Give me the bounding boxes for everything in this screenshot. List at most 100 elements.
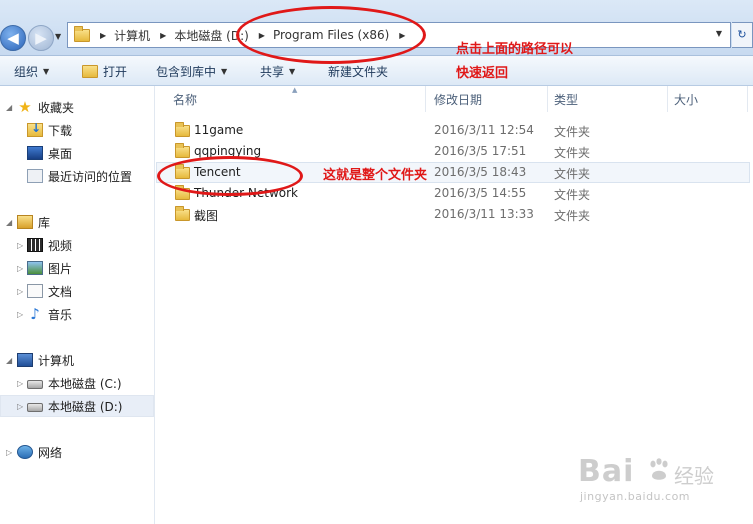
sidebar-label: 桌面: [48, 146, 73, 161]
address-history-dropdown-icon[interactable]: ▼: [716, 29, 722, 38]
chevron-down-icon: ▼: [221, 67, 228, 76]
column-header-size[interactable]: 大小: [668, 86, 748, 112]
sidebar-label: 本地磁盘 (C:): [48, 376, 122, 391]
sidebar-item-videos[interactable]: ▷ 视频: [0, 234, 154, 256]
file-date: 2016/3/5 17:51: [434, 144, 527, 158]
breadcrumb-separator-icon[interactable]: ▶: [160, 31, 166, 40]
sidebar-item-recent[interactable]: 最近访问的位置: [0, 165, 154, 187]
collapse-icon[interactable]: ◢: [6, 356, 12, 365]
organize-label: 组织: [14, 65, 39, 79]
arrow-right-icon: ▶: [35, 29, 47, 47]
forward-button[interactable]: ▶: [28, 25, 54, 51]
picture-library-icon: [27, 261, 43, 275]
document-library-icon: [27, 284, 43, 298]
expand-icon[interactable]: ▷: [17, 287, 23, 296]
file-date: 2016/3/5 14:55: [434, 186, 527, 200]
share-button[interactable]: 共享 ▼: [260, 63, 295, 80]
sidebar-label: 本地磁盘 (D:): [48, 399, 123, 414]
sidebar-label: 库: [38, 215, 51, 230]
expand-icon[interactable]: ▷: [17, 402, 23, 411]
sidebar-label: 音乐: [48, 307, 73, 322]
file-date: 2016/3/5 18:43: [434, 165, 527, 179]
sidebar-item-drive-c[interactable]: ▷ 本地磁盘 (C:): [0, 372, 154, 394]
open-label: 打开: [103, 65, 128, 79]
breadcrumb-computer[interactable]: 计算机: [114, 27, 150, 44]
sidebar-item-network[interactable]: ▷ 网络: [0, 441, 154, 463]
annotation-folder-note: 这就是整个文件夹: [323, 168, 428, 183]
new-folder-label: 新建文件夹: [328, 65, 389, 79]
sidebar-item-favorites[interactable]: ◢ ★ 收藏夹: [0, 96, 154, 118]
sidebar-label: 视频: [48, 238, 73, 253]
sidebar-label: 下载: [48, 123, 73, 138]
watermark-url: jingyan.baidu.com: [580, 490, 691, 503]
refresh-button[interactable]: ↻: [732, 22, 753, 48]
folder-open-icon: [82, 65, 98, 78]
file-row[interactable]: 11game 2016/3/11 12:54 文件夹: [156, 120, 750, 141]
collapse-icon[interactable]: ◢: [6, 218, 12, 227]
sidebar-item-libraries[interactable]: ◢ 库: [0, 211, 154, 233]
arrow-left-icon: ◀: [7, 29, 19, 47]
file-type: 文件夹: [554, 167, 591, 181]
expand-icon[interactable]: ▷: [17, 264, 23, 273]
hard-drive-icon: [27, 403, 43, 412]
sidebar-label: 计算机: [38, 353, 75, 368]
new-folder-button[interactable]: 新建文件夹: [328, 63, 388, 80]
annotation-ellipse-path: [236, 6, 426, 64]
network-icon: [17, 445, 33, 459]
expand-icon[interactable]: ▷: [17, 241, 23, 250]
sidebar-label: 文档: [48, 284, 73, 299]
column-header-label: 大小: [674, 92, 699, 107]
watermark-logo-cn: 经验: [674, 464, 714, 488]
collapse-icon[interactable]: ◢: [6, 103, 12, 112]
file-type: 文件夹: [554, 209, 591, 223]
breadcrumb-separator-icon[interactable]: ▶: [100, 31, 106, 40]
expand-icon[interactable]: ▷: [6, 448, 12, 457]
column-header-modified[interactable]: 修改日期: [426, 86, 548, 112]
recent-pages-dropdown[interactable]: ▼: [55, 32, 61, 41]
file-type: 文件夹: [554, 146, 591, 160]
expand-icon[interactable]: ▷: [17, 310, 23, 319]
sidebar-item-computer[interactable]: ◢ 计算机: [0, 349, 154, 371]
download-folder-icon: [27, 121, 43, 137]
open-button[interactable]: 打开: [82, 63, 127, 80]
file-name: 11game: [194, 123, 244, 137]
sidebar-item-documents[interactable]: ▷ 文档: [0, 280, 154, 302]
watermark-logo-text: Bai: [578, 454, 635, 489]
sidebar-label: 网络: [38, 445, 63, 460]
sidebar-item-desktop[interactable]: 桌面: [0, 142, 154, 164]
back-button[interactable]: ◀: [0, 25, 26, 51]
sidebar-item-drive-d[interactable]: ▷ 本地磁盘 (D:): [0, 395, 154, 417]
navigation-pane: ◢ ★ 收藏夹 下载 桌面 最近访问的位置 ◢ 库 ▷ 视频 ▷ 图片 ▷ 文档…: [0, 86, 155, 524]
share-label: 共享: [260, 65, 285, 79]
include-in-library-label: 包含到库中: [156, 65, 217, 79]
chevron-down-icon: ▼: [43, 67, 50, 76]
baidu-watermark: Bai 经验 jingyan.baidu.com: [578, 448, 748, 518]
sidebar-item-music[interactable]: ▷ ♪ 音乐: [0, 303, 154, 325]
sidebar-item-pictures[interactable]: ▷ 图片: [0, 257, 154, 279]
hard-drive-icon: [27, 380, 43, 389]
include-in-library-button[interactable]: 包含到库中 ▼: [156, 63, 227, 80]
folder-icon: [175, 206, 190, 221]
recent-places-icon: [27, 169, 43, 183]
computer-icon: [17, 353, 33, 367]
file-row[interactable]: 截图 2016/3/11 13:33 文件夹: [156, 204, 750, 225]
annotation-ellipse-folder: [157, 156, 303, 196]
library-icon: [17, 215, 33, 229]
file-type: 文件夹: [554, 188, 591, 202]
folder-icon: [175, 143, 190, 158]
sidebar-item-downloads[interactable]: 下载: [0, 119, 154, 141]
column-header-label: 类型: [554, 92, 579, 107]
expand-icon[interactable]: ▷: [17, 379, 23, 388]
organize-button[interactable]: 组织 ▼: [14, 63, 49, 80]
desktop-icon: [27, 146, 43, 160]
column-header-name[interactable]: 名称: [156, 86, 426, 112]
sidebar-label: 图片: [48, 261, 73, 276]
column-header-label: 名称: [173, 92, 198, 107]
file-name: 截图: [194, 209, 219, 223]
file-date: 2016/3/11 13:33: [434, 207, 534, 221]
video-library-icon: [27, 238, 43, 252]
column-header-type[interactable]: 类型: [548, 86, 668, 112]
annotation-path-note-line2: 快速返回: [456, 66, 509, 81]
sidebar-label: 收藏夹: [38, 100, 75, 115]
sidebar-label: 最近访问的位置: [48, 169, 133, 184]
